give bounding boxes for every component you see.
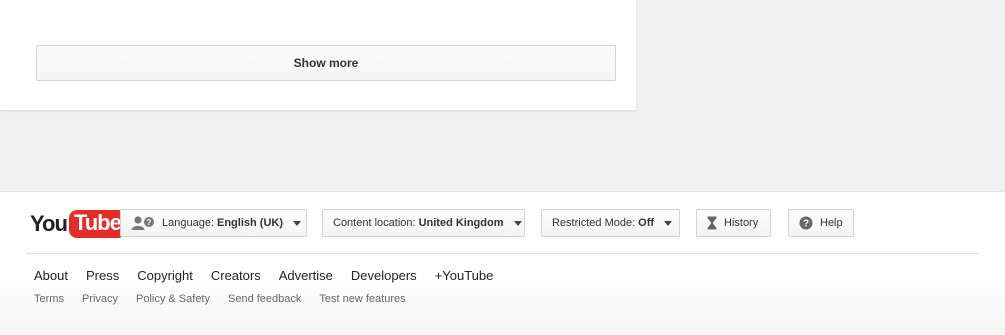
history-button[interactable]: History [696,209,771,237]
footer: You Tube ? Language: English (UK) Conten… [0,191,1005,335]
footer-divider [26,253,979,254]
language-value: English (UK) [217,217,283,229]
language-prefix: Language: [162,217,214,229]
chevron-down-icon [293,220,301,226]
primary-links: About Press Copyright Creators Advertise… [34,268,511,283]
link-copyright[interactable]: Copyright [137,268,193,283]
content-location-value: United Kingdom [418,217,504,229]
help-icon: ? [799,216,813,230]
user-question-icon: ? [131,215,155,231]
restricted-mode-button[interactable]: Restricted Mode: Off [541,209,680,237]
logo-tube-text: Tube [68,210,126,238]
link-creators[interactable]: Creators [211,268,261,283]
chevron-down-icon [513,220,522,226]
link-terms[interactable]: Terms [34,293,64,305]
restricted-mode-prefix: Restricted Mode: [552,217,636,229]
link-press[interactable]: Press [86,268,119,283]
show-more-button[interactable]: Show more [36,45,616,81]
youtube-logo[interactable]: You Tube [30,209,126,239]
svg-text:?: ? [147,218,152,227]
history-label: History [724,217,759,229]
content-location-button[interactable]: Content location: United Kingdom [322,209,525,237]
language-button[interactable]: ? Language: English (UK) [120,209,307,237]
content-card: Show more [0,0,636,110]
content-location-prefix: Content location: [333,217,416,229]
link-test-new-features[interactable]: Test new features [319,293,405,305]
svg-text:?: ? [803,219,809,230]
link-developers[interactable]: Developers [351,268,417,283]
help-label: Help [820,217,843,229]
link-send-feedback[interactable]: Send feedback [228,293,301,305]
logo-you-text: You [30,211,68,236]
chevron-down-icon [664,220,673,226]
link-plus-youtube[interactable]: +YouTube [435,268,494,283]
link-privacy[interactable]: Privacy [82,293,118,305]
restricted-mode-value: Off [638,217,655,229]
secondary-links: Terms Privacy Policy & Safety Send feedb… [34,293,424,305]
hourglass-icon [707,216,717,230]
help-button[interactable]: ? Help [788,209,854,237]
link-about[interactable]: About [34,268,68,283]
link-advertise[interactable]: Advertise [279,268,333,283]
link-policy-safety[interactable]: Policy & Safety [136,293,210,305]
